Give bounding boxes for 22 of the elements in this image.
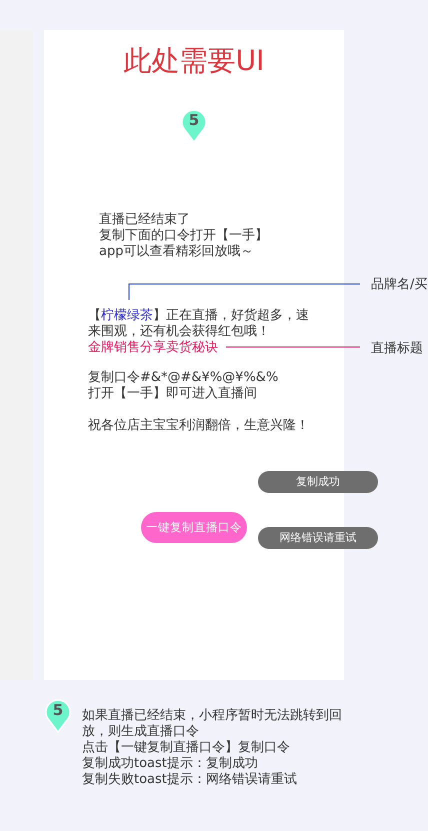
note-line: 点击【一键复制直播口令】复制口令 <box>82 740 291 756</box>
note-line: 如果直播已经结束，小程序暂时无法跳转到回放，则生成直播口令 <box>82 708 343 740</box>
pin-icon <box>180 108 208 144</box>
message-line: 复制下面的口令打开【一手】 <box>99 228 269 244</box>
step-number: 5 <box>52 701 64 719</box>
note-line: 复制失败toast提示：网络错误请重试 <box>82 772 298 788</box>
intro-text: 【柠檬绿茶】正在直播，好货超多，速来围观，还有机会获得红包哦！ <box>88 308 310 340</box>
page-title: 此处需要UI <box>122 44 266 78</box>
code-line: 复制口令#&*@#&¥%@¥%&% <box>88 370 280 386</box>
copy-code-button[interactable]: 一键复制直播口令 <box>141 512 247 543</box>
toast-message: 网络错误请重试 <box>258 527 378 549</box>
note-line: 复制成功toast提示：复制成功 <box>82 756 259 772</box>
code-line: 打开【一手】即可进入直播间 <box>88 386 258 402</box>
blessing-text: 祝各位店主宝宝利润翻倍，生意兴隆！ <box>88 418 310 434</box>
pin-icon <box>44 698 72 734</box>
live-title: 金牌销售分享卖货秘诀 <box>88 340 218 356</box>
message-line: 直播已经结束了 <box>99 212 191 228</box>
annotation-label: 品牌名/买 <box>371 276 428 293</box>
annotation-label: 直播标题 <box>371 340 423 357</box>
toast-message: 复制成功 <box>258 471 378 493</box>
message-line: app可以查看精彩回放哦～ <box>99 244 254 260</box>
step-number: 5 <box>188 111 200 129</box>
